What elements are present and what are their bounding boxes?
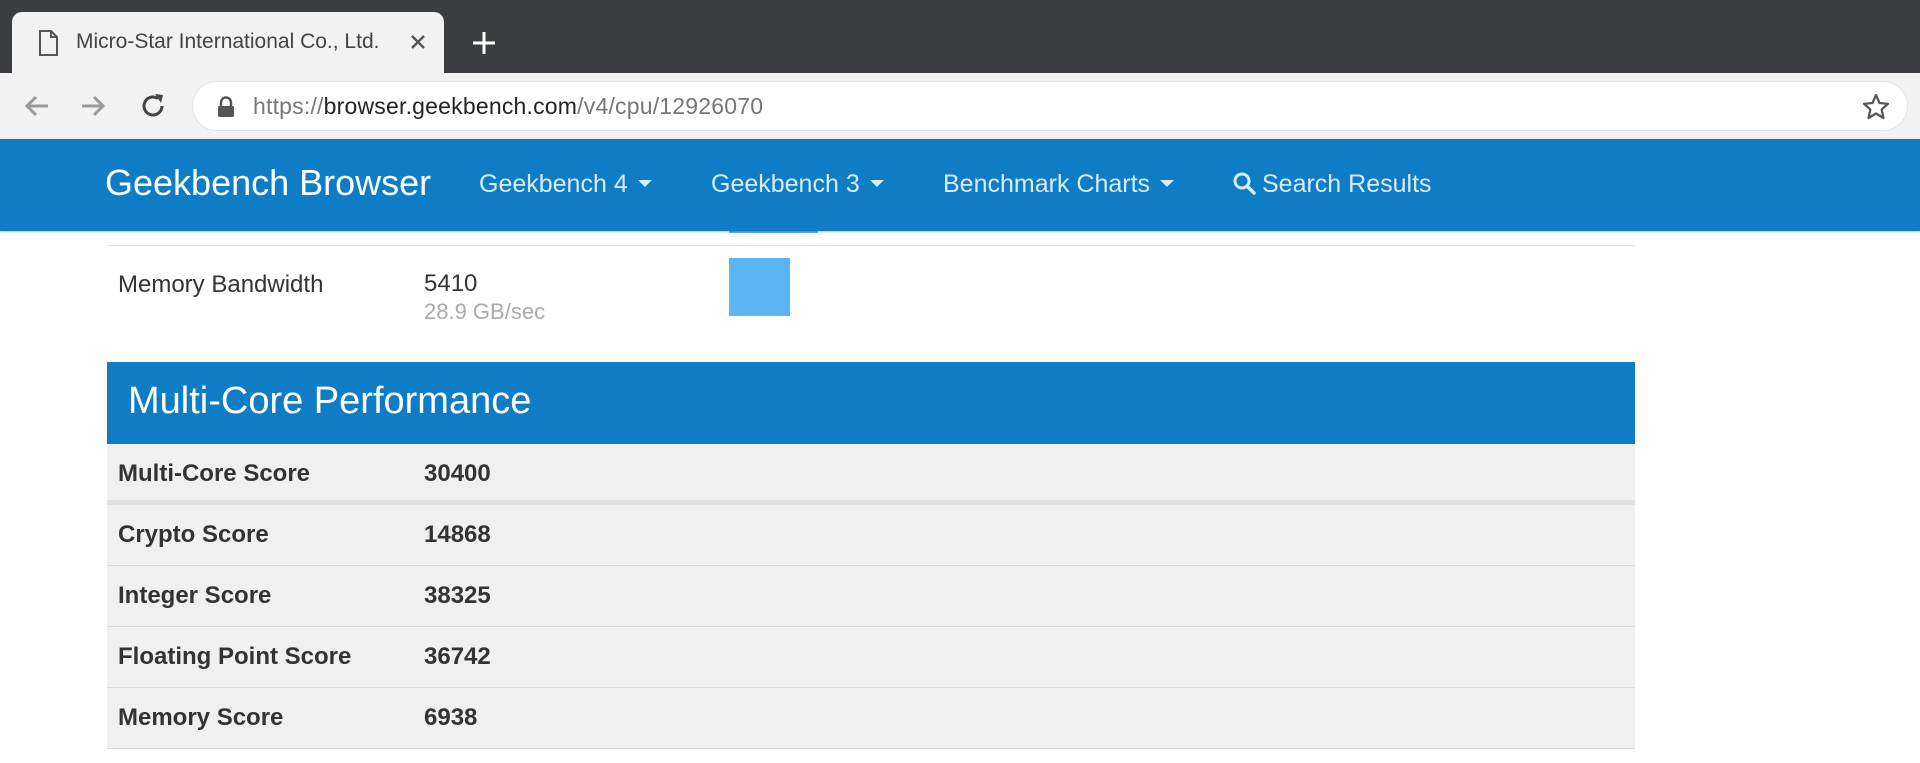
table-row: Memory Bandwidth 5410 28.9 GB/sec [107, 245, 1635, 355]
browser-tab[interactable]: Micro-Star International Co., Ltd. [12, 12, 444, 73]
table-row: Integer Score 38325 [107, 566, 1635, 627]
section-title: Multi-Core Performance [128, 380, 532, 422]
browser-toolbar: https://browser.geekbench.com/v4/cpu/129… [0, 73, 1920, 139]
site-navbar: Geekbench Browser Geekbench 4 Geekbench … [0, 139, 1920, 231]
score-value: 14868 [424, 521, 491, 548]
back-arrow-icon[interactable] [20, 89, 54, 123]
score-bar-partial [729, 231, 818, 233]
nav-search-results[interactable]: Search Results [1232, 170, 1432, 199]
lock-icon [218, 96, 234, 117]
nav-item-label: Search Results [1262, 170, 1432, 198]
score-value: 6938 [424, 704, 478, 731]
row-subscore: 28.9 GB/sec [424, 299, 546, 324]
address-bar[interactable]: https://browser.geekbench.com/v4/cpu/129… [192, 81, 1908, 131]
page-icon [39, 30, 58, 56]
url-path: /v4/cpu/12926070 [577, 93, 764, 119]
row-label: Memory Bandwidth [118, 271, 324, 298]
score-bar [729, 258, 790, 316]
nav-item-label: Benchmark Charts [943, 170, 1151, 198]
forward-arrow-icon[interactable] [76, 89, 110, 123]
table-row: Multi-Core Score 30400 [107, 444, 1635, 505]
nav-geekbench-4[interactable]: Geekbench 4 [479, 170, 652, 199]
close-icon[interactable] [405, 29, 431, 55]
search-icon [1233, 172, 1256, 195]
score-label: Multi-Core Score [118, 460, 311, 487]
score-label: Integer Score [118, 582, 272, 609]
new-tab-icon[interactable] [468, 27, 500, 59]
score-value: 30400 [424, 460, 491, 487]
score-label: Crypto Score [118, 521, 269, 548]
caret-down-icon [1160, 179, 1175, 187]
brand-logo-text[interactable]: Geekbench Browser [105, 162, 431, 204]
nav-geekbench-3[interactable]: Geekbench 3 [711, 170, 884, 199]
caret-down-icon [637, 179, 652, 187]
reload-icon[interactable] [136, 89, 170, 123]
section-header: Multi-Core Performance [107, 362, 1635, 444]
score-table: Multi-Core Score 30400 Crypto Score 1486… [107, 444, 1635, 749]
score-value: 38325 [424, 582, 491, 609]
nav-item-label: Geekbench 4 [479, 170, 628, 198]
nav-benchmark-charts[interactable]: Benchmark Charts [943, 170, 1175, 199]
table-row: Memory Score 6938 [107, 688, 1635, 749]
bookmark-star-icon[interactable] [1861, 92, 1891, 122]
caret-down-icon [869, 179, 884, 187]
row-score: 5410 [424, 270, 478, 297]
score-value: 36742 [424, 643, 491, 670]
table-row: Floating Point Score 36742 [107, 627, 1635, 688]
table-row: Crypto Score 14868 [107, 505, 1635, 566]
nav-item-label: Geekbench 3 [711, 170, 860, 198]
url-text[interactable]: https://browser.geekbench.com/v4/cpu/129… [253, 93, 763, 120]
url-host: browser.geekbench.com [323, 93, 578, 119]
tab-title: Micro-Star International Co., Ltd. [76, 30, 380, 53]
score-label: Floating Point Score [118, 643, 352, 670]
score-label: Memory Score [118, 704, 284, 731]
url-scheme: https:// [253, 93, 324, 119]
browser-tabstrip: Micro-Star International Co., Ltd. [0, 0, 1920, 73]
